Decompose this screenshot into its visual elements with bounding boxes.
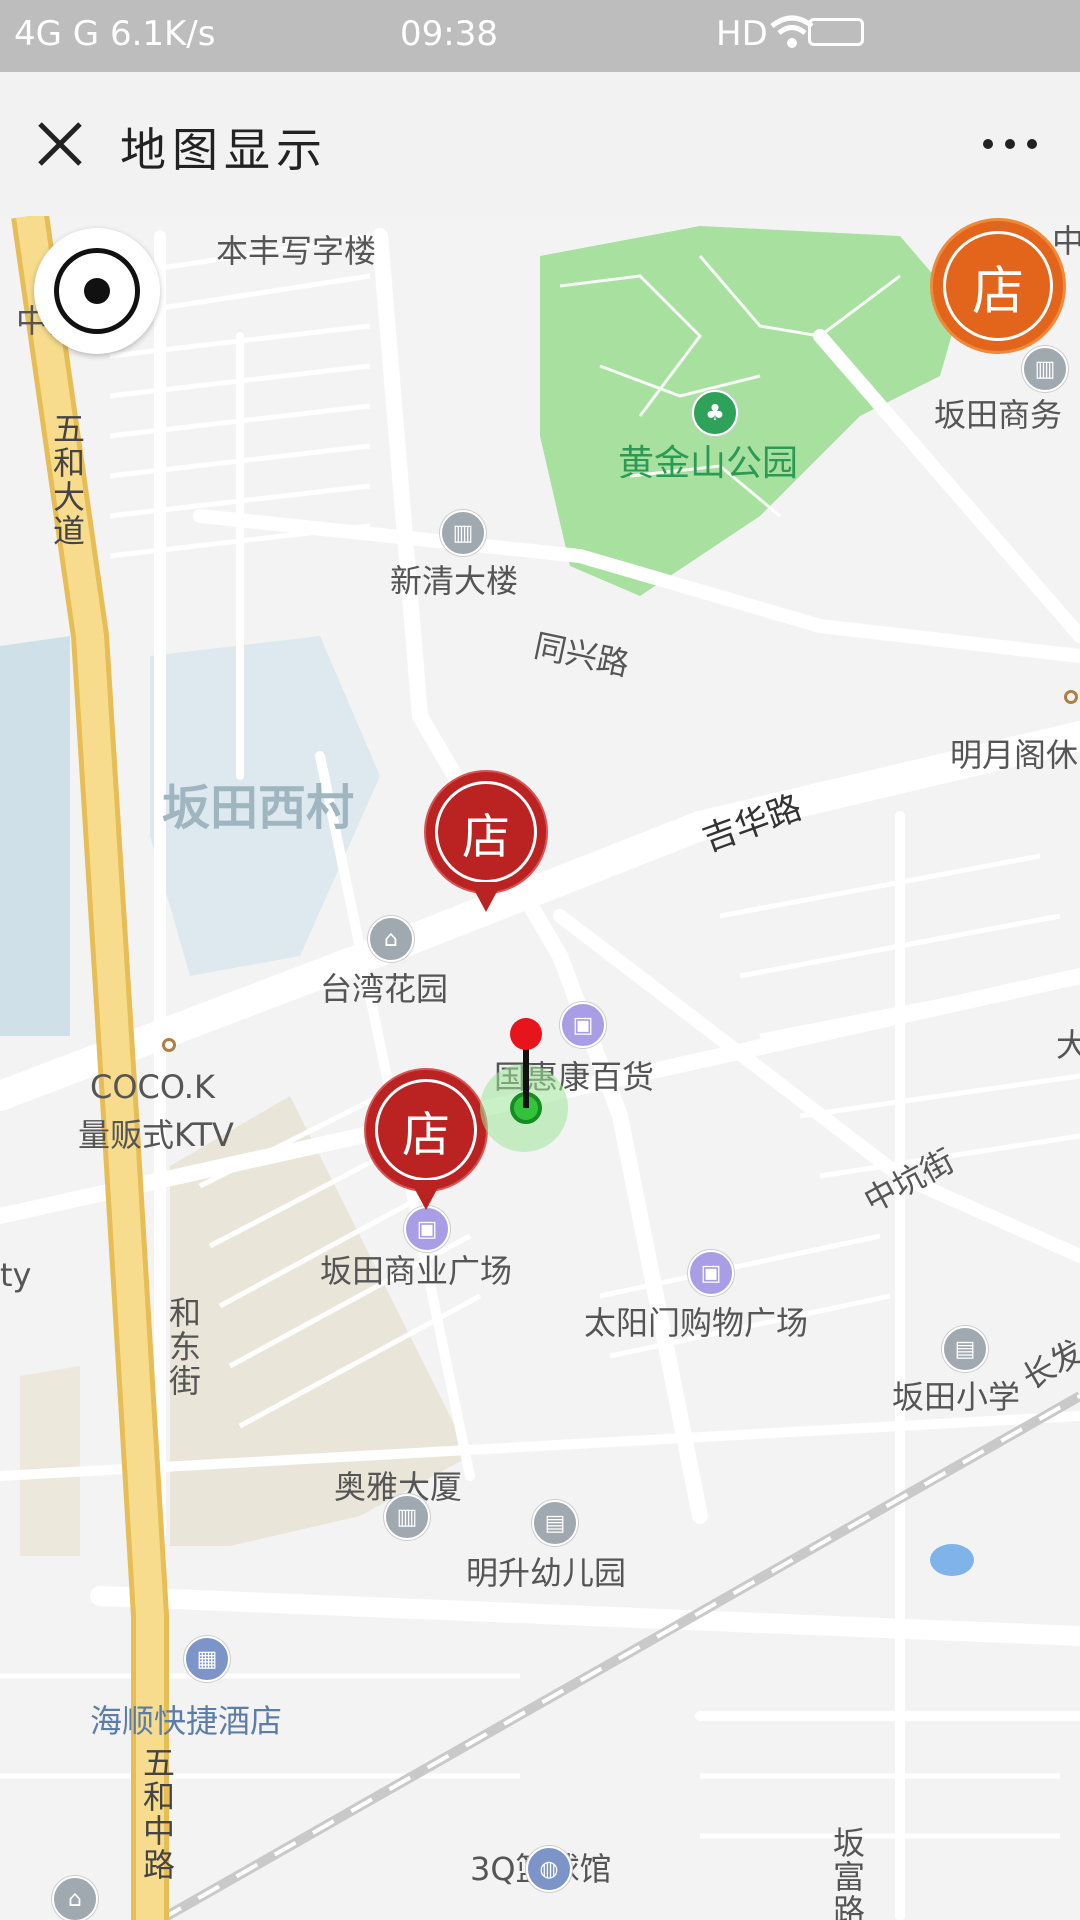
shop-marker-icon (410, 1180, 442, 1210)
more-icon (983, 139, 1037, 149)
road-label: 五和中路 (138, 1746, 176, 1882)
home-icon[interactable]: ⌂ (368, 916, 414, 962)
map-label: COCO.K (90, 1068, 215, 1106)
user-location-pin-icon (480, 1018, 568, 1152)
shopping-icon[interactable]: ▣ (688, 1250, 734, 1296)
home-icon[interactable]: ⌂ (52, 1876, 98, 1920)
map-label: 明月阁休 (950, 736, 1079, 774)
map-label: 太阳门购物广场 (584, 1304, 809, 1342)
more-button[interactable] (980, 124, 1040, 164)
stadium-icon[interactable]: ◍ (526, 1846, 572, 1892)
shop-marker-icon (470, 882, 502, 912)
dot-icon (1064, 690, 1078, 704)
map-label: 量贩式KTV (78, 1116, 234, 1154)
building-icon[interactable]: ▥ (1022, 346, 1068, 392)
map-label: 大 (1056, 1026, 1080, 1064)
locate-icon (54, 248, 140, 334)
school-icon[interactable]: ▤ (532, 1500, 578, 1546)
map-label: 台湾花园 (320, 970, 449, 1008)
user-location-pin (472, 1016, 572, 1156)
map-view[interactable]: 本丰写字楼 中国银行 五和大道 黄金山公园 坂田商务 中 新清大楼 同兴路 明月… (0, 216, 1080, 1920)
park-icon[interactable]: ♣ (692, 390, 738, 436)
school-icon[interactable]: ▤ (942, 1326, 988, 1372)
hd-indicator: HD (716, 14, 768, 54)
building-icon[interactable]: ▥ (384, 1494, 430, 1540)
shop-marker[interactable]: 店 (930, 218, 1066, 354)
status-bar: 4G G 6.1K/s 09:38 HD (0, 0, 1080, 72)
road-label: 和东街 (164, 1296, 202, 1398)
clock: 09:38 (400, 14, 498, 54)
shop-marker[interactable]: 店 (364, 1068, 488, 1218)
map-label: 坂田商业广场 (320, 1252, 513, 1290)
shop-marker-label: 店 (435, 781, 537, 883)
hotel-icon[interactable]: ▦ (184, 1636, 230, 1682)
locate-button[interactable] (34, 228, 160, 354)
close-icon (38, 122, 82, 166)
battery-icon (808, 18, 864, 46)
page-title: 地图显示 (120, 123, 328, 177)
map-label: 本丰写字楼 (216, 232, 377, 270)
shop-marker-label: 店 (375, 1079, 477, 1181)
title-bar: 地图显示 (0, 72, 1080, 217)
map-label: ty (0, 1256, 32, 1294)
map-label: 明升幼儿园 (466, 1554, 627, 1592)
map-label: 坂田商务 (934, 396, 1063, 434)
map-label: 海顺快捷酒店 (90, 1702, 283, 1740)
park-label: 黄金山公园 (618, 443, 799, 484)
district-label: 坂田西村 (162, 780, 355, 836)
map-label: 新清大楼 (390, 562, 519, 600)
shop-marker-label: 店 (943, 231, 1053, 341)
road-label: 五和大道 (48, 412, 86, 548)
map-label: 坂田小学 (892, 1378, 1021, 1416)
road-label: 坂富路 (828, 1826, 866, 1920)
network-status: 4G G 6.1K/s (14, 14, 216, 54)
dot-icon (162, 1038, 176, 1052)
shop-marker[interactable]: 店 (424, 770, 548, 920)
close-button[interactable] (32, 116, 88, 172)
building-icon[interactable]: ▥ (440, 510, 486, 556)
